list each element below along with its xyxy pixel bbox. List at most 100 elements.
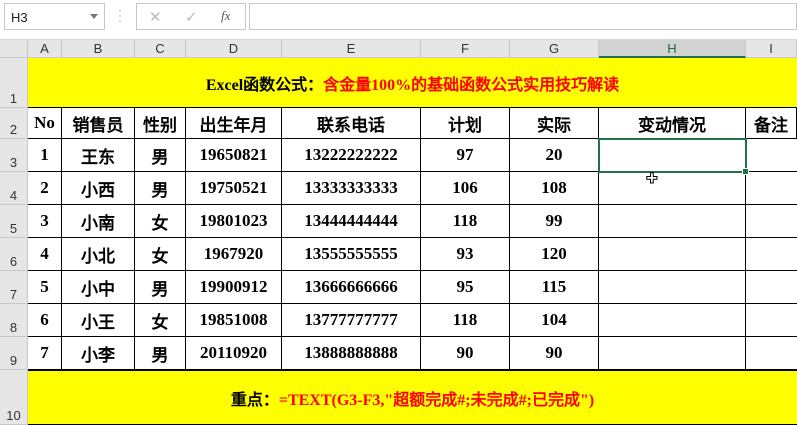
data-cell[interactable]	[599, 271, 746, 304]
data-cell[interactable]: 13777777777	[282, 304, 421, 337]
column-header-G[interactable]: G	[510, 40, 599, 58]
data-cell[interactable]: 118	[421, 304, 510, 337]
row-header-6[interactable]: 6	[0, 238, 28, 271]
row-header-5[interactable]: 5	[0, 205, 28, 238]
data-cell[interactable]: 13666666666	[282, 271, 421, 304]
data-cell[interactable]	[746, 172, 797, 205]
data-cell[interactable]: 19801023	[186, 205, 282, 238]
row-header-2[interactable]: 2	[0, 108, 28, 139]
data-cell[interactable]: 小李	[62, 337, 135, 370]
fx-icon[interactable]: fx	[221, 8, 230, 24]
data-cell[interactable]: 男	[135, 172, 186, 205]
formula-input[interactable]	[249, 3, 797, 30]
enter-icon[interactable]: ✓	[185, 8, 198, 26]
data-cell[interactable]	[746, 271, 797, 304]
header-cell[interactable]: 实际	[510, 108, 599, 139]
data-cell[interactable]: 小中	[62, 271, 135, 304]
data-cell[interactable]: 19851008	[186, 304, 282, 337]
data-cell[interactable]	[599, 337, 746, 370]
data-cell[interactable]: 男	[135, 271, 186, 304]
data-cell[interactable]: 90	[421, 337, 510, 370]
title-cell[interactable]: Excel函数公式： 含金量100%的基础函数公式实用技巧解读	[28, 58, 797, 108]
data-cell[interactable]: 99	[510, 205, 599, 238]
data-cell[interactable]: 女	[135, 304, 186, 337]
data-cell[interactable]: 男	[135, 337, 186, 370]
data-cell[interactable]	[746, 304, 797, 337]
data-cell[interactable]: 104	[510, 304, 599, 337]
data-cell[interactable]	[746, 238, 797, 271]
drag-handle-icon[interactable]: · · ·	[118, 4, 122, 26]
data-cell[interactable]: 106	[421, 172, 510, 205]
data-cell[interactable]: 小西	[62, 172, 135, 205]
row-header-9[interactable]: 9	[0, 337, 28, 370]
cancel-icon[interactable]: ✕	[149, 8, 162, 26]
data-cell[interactable]: 13333333333	[282, 172, 421, 205]
header-cell[interactable]: No	[28, 108, 62, 139]
chevron-down-icon[interactable]	[90, 14, 98, 19]
selected-cell-h3[interactable]	[598, 138, 749, 175]
data-cell[interactable]: 120	[510, 238, 599, 271]
data-cell[interactable]	[746, 205, 797, 238]
footer-cell[interactable]: 重点： =TEXT(G3-F3,"超额完成#;未完成#;已完成")	[28, 370, 797, 425]
data-cell[interactable]: 王东	[62, 139, 135, 172]
header-cell[interactable]: 计划	[421, 108, 510, 139]
data-cell[interactable]: 1967920	[186, 238, 282, 271]
column-header-A[interactable]: A	[28, 40, 62, 58]
data-cell[interactable]: 19650821	[186, 139, 282, 172]
data-cell[interactable]: 108	[510, 172, 599, 205]
row-header-10[interactable]: 10	[0, 370, 28, 425]
data-cell[interactable]: 13222222222	[282, 139, 421, 172]
data-cell[interactable]	[599, 172, 746, 205]
column-header-I[interactable]: I	[746, 40, 797, 58]
data-cell[interactable]: 95	[421, 271, 510, 304]
header-cell[interactable]: 性别	[135, 108, 186, 139]
data-cell[interactable]: 13555555555	[282, 238, 421, 271]
data-cell[interactable]: 女	[135, 238, 186, 271]
data-cell[interactable]: 6	[28, 304, 62, 337]
row-header-4[interactable]: 4	[0, 172, 28, 205]
select-all-corner[interactable]	[0, 40, 28, 58]
data-cell[interactable]: 女	[135, 205, 186, 238]
column-header-F[interactable]: F	[421, 40, 510, 58]
data-cell[interactable]: 13888888888	[282, 337, 421, 370]
data-cell[interactable]: 1	[28, 139, 62, 172]
data-cell[interactable]	[599, 238, 746, 271]
data-cell[interactable]: 115	[510, 271, 599, 304]
data-cell[interactable]	[746, 139, 797, 172]
data-cell[interactable]: 93	[421, 238, 510, 271]
data-cell[interactable]: 3	[28, 205, 62, 238]
column-header-D[interactable]: D	[186, 40, 282, 58]
header-cell[interactable]: 备注	[746, 108, 797, 139]
data-cell[interactable]: 118	[421, 205, 510, 238]
data-cell[interactable]: 20	[510, 139, 599, 172]
header-cell[interactable]: 出生年月	[186, 108, 282, 139]
data-cell[interactable]	[599, 205, 746, 238]
data-cell[interactable]: 5	[28, 271, 62, 304]
data-cell[interactable]: 4	[28, 238, 62, 271]
column-header-C[interactable]: C	[135, 40, 186, 58]
data-cell[interactable]: 2	[28, 172, 62, 205]
data-cell[interactable]	[746, 337, 797, 370]
column-header-H[interactable]: H	[599, 40, 746, 58]
data-cell[interactable]: 7	[28, 337, 62, 370]
data-cell[interactable]: 19900912	[186, 271, 282, 304]
data-cell[interactable]	[599, 304, 746, 337]
header-cell[interactable]: 变动情况	[599, 108, 746, 139]
row-header-1[interactable]: 1	[0, 58, 28, 108]
data-cell[interactable]: 19750521	[186, 172, 282, 205]
header-cell[interactable]: 销售员	[62, 108, 135, 139]
data-cell[interactable]: 小南	[62, 205, 135, 238]
column-header-E[interactable]: E	[282, 40, 421, 58]
row-header-8[interactable]: 8	[0, 304, 28, 337]
data-cell[interactable]: 小王	[62, 304, 135, 337]
header-cell[interactable]: 联系电话	[282, 108, 421, 139]
data-cell[interactable]: 97	[421, 139, 510, 172]
data-cell[interactable]: 90	[510, 337, 599, 370]
data-cell[interactable]: 13444444444	[282, 205, 421, 238]
row-header-3[interactable]: 3	[0, 139, 28, 172]
data-cell[interactable]: 男	[135, 139, 186, 172]
data-cell[interactable]: 20110920	[186, 337, 282, 370]
name-box[interactable]: H3	[4, 3, 105, 30]
row-header-7[interactable]: 7	[0, 271, 28, 304]
data-cell[interactable]: 小北	[62, 238, 135, 271]
